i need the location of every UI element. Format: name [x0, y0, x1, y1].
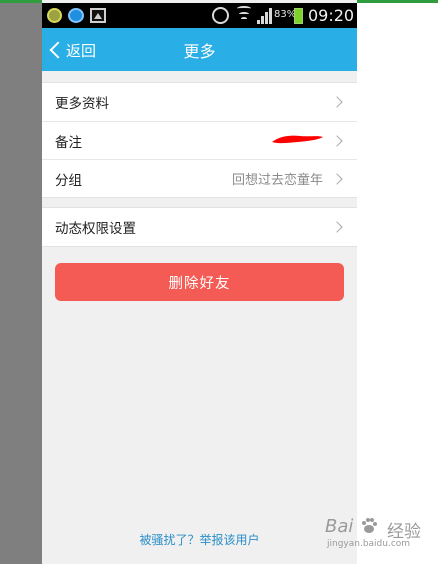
baidu-jingyan-watermark: Bai 经验 jingyan.baidu.com — [325, 514, 438, 554]
left-backdrop — [0, 0, 42, 564]
row-value: 回想过去恋童年 — [231, 173, 323, 188]
title-bar: 返回 更多 — [42, 28, 357, 71]
chevron-right-icon — [331, 221, 343, 233]
status-time: 09:20 — [308, 6, 355, 25]
row-label: 备注 — [55, 134, 82, 151]
row-more-profile[interactable]: 更多资料 — [42, 83, 357, 121]
status-bar: 83% 09:20 — [42, 3, 357, 28]
redaction-scribble — [272, 135, 323, 144]
watermark-url: jingyan.baidu.com — [327, 539, 411, 549]
chevron-right-icon — [331, 96, 343, 108]
qq-browser-icon — [68, 8, 84, 23]
report-user-link[interactable]: 被骚扰了？举报该用户 — [42, 531, 357, 548]
signal-icon — [257, 8, 273, 24]
alarm-icon — [212, 7, 229, 24]
watermark-brand: Bai — [325, 516, 354, 537]
row-label: 动态权限设置 — [55, 221, 136, 237]
chevron-right-icon — [331, 134, 343, 147]
row-feed-permissions[interactable]: 动态权限设置 — [42, 208, 357, 246]
gallery-icon — [90, 8, 106, 23]
battery-icon — [294, 8, 303, 24]
row-label: 分组 — [55, 172, 82, 189]
page-title: 更多 — [183, 42, 216, 61]
battery-percent: 83% — [274, 9, 297, 20]
settings-group-permissions: 动态权限设置 — [42, 207, 357, 247]
phone-screen: 83% 09:20 返回 更多 更多资料 备注 分组 回想过去恋童年 动态权限设… — [42, 0, 357, 564]
right-backdrop — [357, 0, 438, 564]
row-label: 更多资料 — [55, 96, 109, 112]
wifi-icon — [236, 6, 252, 25]
delete-friend-button[interactable]: 删除好友 — [55, 263, 344, 301]
baidu-paw-icon — [362, 518, 377, 533]
row-remark[interactable]: 备注 — [42, 121, 357, 159]
row-group[interactable]: 分组 回想过去恋童年 — [42, 159, 357, 197]
chevron-right-icon — [331, 172, 343, 185]
app-notification-icon — [47, 8, 62, 23]
settings-group-profile: 更多资料 备注 分组 回想过去恋童年 — [42, 82, 357, 198]
